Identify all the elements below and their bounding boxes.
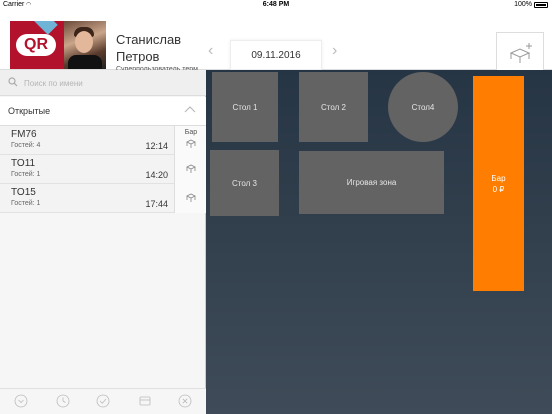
floor-plan: Стол 1 Стол 2 Стол4 Стол 3 Игровая зона … <box>206 70 552 414</box>
order-row[interactable]: TO11 Гостей: 1 14:20 <box>0 155 206 184</box>
check-circle-icon[interactable] <box>96 394 110 408</box>
header: QR Станислав Петров Суперпользователь те… <box>0 10 552 78</box>
down-circle-icon[interactable] <box>14 394 28 408</box>
logo-tag <box>32 21 58 35</box>
order-name: TO11 <box>11 158 36 169</box>
order-row[interactable]: FM76 Гостей: 4 12:14 Бар <box>0 126 206 155</box>
bar-counter[interactable]: Бар 0 ₽ <box>473 76 524 291</box>
chevron-left-icon[interactable]: ‹ <box>208 43 213 59</box>
orders-sidebar: Открытые FM76 Гостей: 4 12:14 Бар TO11 Г… <box>0 70 206 414</box>
table-icon <box>186 193 196 202</box>
date-display[interactable]: 09.11.2016 <box>230 40 322 70</box>
table-4[interactable]: Стол4 <box>388 72 458 142</box>
order-name: FM76 <box>11 129 37 140</box>
chevron-right-icon[interactable]: › <box>332 43 337 59</box>
table-icon <box>186 164 196 173</box>
close-circle-icon[interactable] <box>178 394 192 408</box>
card-icon[interactable] <box>138 394 152 408</box>
search-input[interactable] <box>24 74 194 92</box>
orders-list: FM76 Гостей: 4 12:14 Бар TO11 Гостей: 1 … <box>0 126 206 213</box>
user-last-name: Петров <box>116 49 160 64</box>
order-time: 17:44 <box>145 199 168 209</box>
order-name: TO15 <box>11 187 36 198</box>
order-row[interactable]: TO15 Гостей: 1 17:44 <box>0 184 206 213</box>
bar-amount: 0 ₽ <box>492 184 505 194</box>
sidebar-toolbar <box>0 388 206 414</box>
order-table-label: Бар <box>184 129 198 136</box>
user-photo <box>64 21 106 69</box>
order-guests: Гостей: 4 <box>11 142 41 149</box>
bar-label: Бар <box>491 173 506 183</box>
clock: 6:48 PM <box>262 1 290 8</box>
section-title: Открытые <box>8 106 51 116</box>
order-guests: Гостей: 1 <box>11 171 41 178</box>
user-first-name: Станислав <box>116 32 182 47</box>
table-2[interactable]: Стол 2 <box>299 72 368 142</box>
order-table-tag[interactable] <box>174 155 206 184</box>
search-icon <box>8 77 18 87</box>
table-icon <box>186 139 196 148</box>
order-guests: Гостей: 1 <box>11 200 41 207</box>
order-time: 12:14 <box>145 141 168 151</box>
add-table-icon <box>509 43 532 63</box>
clock-circle-icon[interactable] <box>56 394 70 408</box>
battery-percent: 100% <box>514 1 532 8</box>
table-3[interactable]: Стол 3 <box>210 150 279 216</box>
order-table-tag[interactable]: Бар <box>174 126 206 155</box>
table-1[interactable]: Стол 1 <box>212 72 278 142</box>
game-zone[interactable]: Игровая зона <box>299 151 444 214</box>
open-orders-header[interactable]: Открытые <box>0 97 206 126</box>
user-avatar[interactable]: QR <box>10 21 106 69</box>
chevron-up-icon[interactable] <box>184 105 196 115</box>
logo-qr: QR <box>16 34 56 56</box>
status-bar: Carrier ◠ 6:48 PM 100% <box>0 0 552 10</box>
battery-icon <box>534 2 548 8</box>
order-time: 14:20 <box>145 170 168 180</box>
search-bar <box>0 70 206 96</box>
order-table-tag[interactable] <box>174 184 206 213</box>
